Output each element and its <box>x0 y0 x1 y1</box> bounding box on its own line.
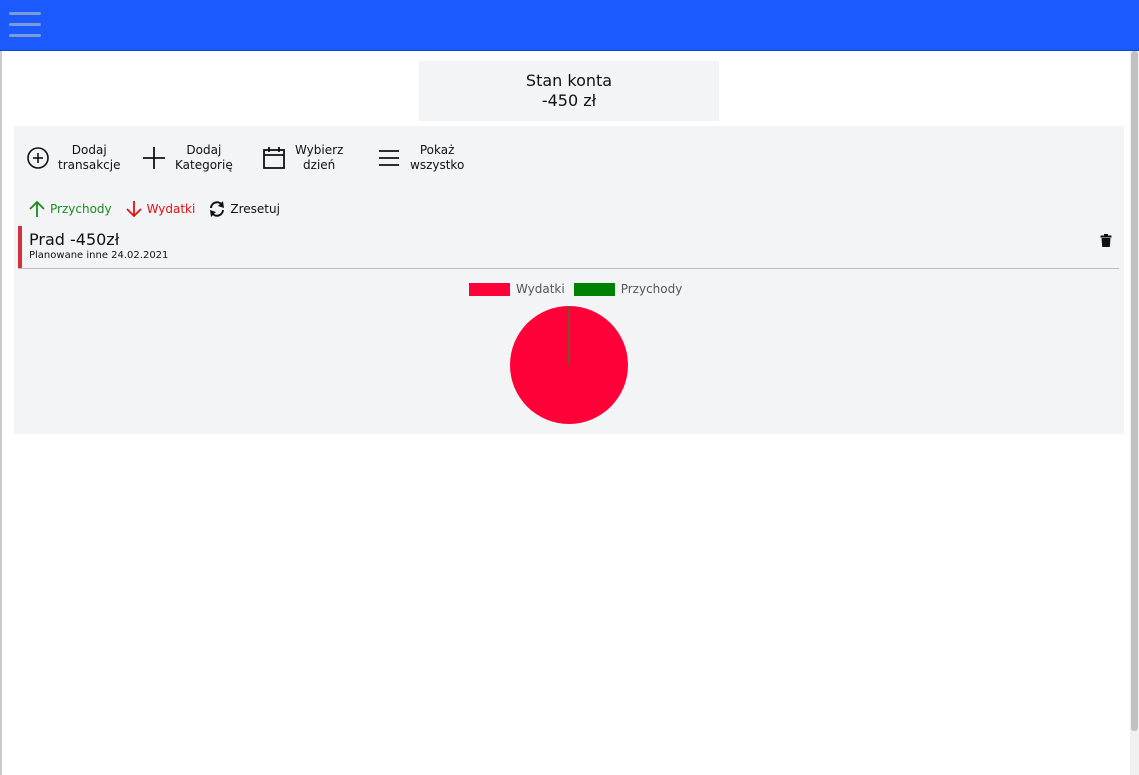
transaction-title: Prad -450zł <box>29 230 120 249</box>
legend-item-income[interactable]: Przychody <box>573 282 683 296</box>
arrow-up-icon <box>29 200 45 217</box>
calendar-icon <box>263 147 285 169</box>
scrollbar-thumb[interactable] <box>1131 51 1138 731</box>
show-all-button[interactable]: Pokaż wszystko <box>376 141 486 175</box>
add-category-button[interactable]: Dodaj Kategorię <box>141 141 261 175</box>
transaction-row[interactable]: Prad -450zł Planowane inne 24.02.2021 <box>18 226 1119 269</box>
filter-expenses-label: Wydatki <box>146 202 196 216</box>
plus-circle-icon <box>27 147 49 169</box>
filter-expenses-button[interactable]: Wydatki <box>124 199 196 219</box>
pie-chart <box>510 306 628 424</box>
add-transaction-button[interactable]: Dodaj transakcje <box>26 141 141 175</box>
show-all-label: Pokaż wszystko <box>410 143 465 172</box>
add-category-label: Dodaj Kategorię <box>175 143 233 172</box>
delete-transaction-button[interactable] <box>1100 232 1112 251</box>
balance-value: -450 zł <box>541 91 597 110</box>
filter-income-button[interactable]: Przychody <box>27 199 112 219</box>
legend-swatch-expenses <box>469 282 510 296</box>
balance-card: Stan konta -450 zł <box>419 61 719 121</box>
refresh-icon <box>210 201 225 217</box>
legend-label-income: Przychody <box>620 282 683 296</box>
page-scrollbar[interactable] <box>1130 51 1139 775</box>
transaction-accent-bar <box>18 226 22 268</box>
app-window: Stan konta -450 zł Dodaj transakcje Doda… <box>0 0 1139 775</box>
top-navbar <box>0 0 1139 51</box>
arrow-down-icon <box>125 201 142 218</box>
reset-filters-label: Zresetuj <box>230 202 280 216</box>
transaction-details: Planowane inne 24.02.2021 <box>29 250 169 261</box>
choose-day-label: Wybierz dzień <box>295 143 344 172</box>
filter-income-label: Przychody <box>50 202 112 216</box>
balance-title: Stan konta <box>525 71 613 90</box>
action-toolbar: Dodaj transakcje Dodaj Kategorię Wybierz… <box>26 141 486 175</box>
legend-label-expenses: Wydatki <box>516 282 565 296</box>
plus-icon <box>143 147 165 169</box>
reset-filters-button[interactable]: Zresetuj <box>207 199 280 219</box>
legend-swatch-income <box>573 282 615 296</box>
legend-item-expenses[interactable]: Wydatki <box>469 282 565 296</box>
hamburger-icon[interactable] <box>9 12 41 38</box>
transactions-panel: Dodaj transakcje Dodaj Kategorię Wybierz… <box>14 126 1124 434</box>
choose-day-button[interactable]: Wybierz dzień <box>261 141 376 175</box>
add-transaction-label: Dodaj transakcje <box>58 143 121 172</box>
chart-legend: Wydatki Przychody <box>469 282 691 296</box>
window-edge <box>0 0 2 775</box>
list-icon <box>379 150 399 166</box>
filter-bar: Przychody Wydatki Zresetuj <box>27 199 292 219</box>
trash-icon <box>1100 234 1112 247</box>
